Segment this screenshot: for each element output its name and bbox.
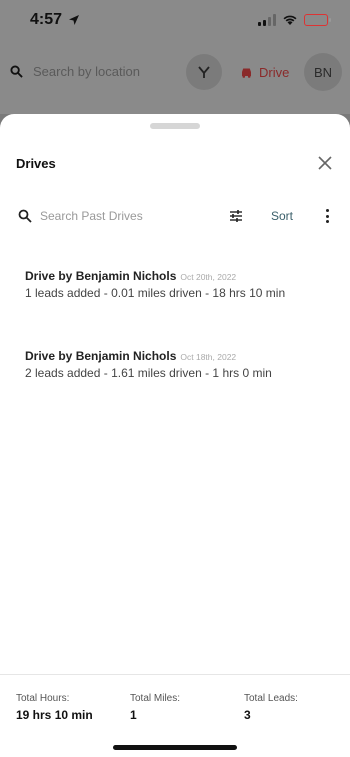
sliders-icon[interactable] bbox=[229, 209, 243, 223]
status-time: 4:57 bbox=[30, 11, 80, 29]
search-icon bbox=[10, 65, 23, 78]
drive-date: Oct 18th, 2022 bbox=[180, 352, 237, 362]
close-icon[interactable] bbox=[316, 154, 334, 172]
total-hours-value: 19 hrs 10 min bbox=[16, 708, 93, 722]
total-leads-label: Total Leads: bbox=[244, 693, 298, 704]
avatar: BN bbox=[304, 53, 342, 91]
sheet-grabber[interactable] bbox=[150, 123, 200, 129]
total-hours-label: Total Hours: bbox=[16, 693, 70, 704]
total-leads: Total Leads: 3 bbox=[244, 693, 298, 722]
sort-button[interactable]: Sort bbox=[271, 209, 293, 223]
home-indicator bbox=[113, 745, 237, 750]
total-miles: Total Miles: 1 bbox=[130, 693, 180, 722]
drive-title: Drive by Benjamin Nichols bbox=[25, 349, 177, 363]
drive-title: Drive by Benjamin Nichols bbox=[25, 269, 177, 283]
battery-icon bbox=[304, 14, 331, 26]
car-icon bbox=[242, 68, 251, 78]
list-item[interactable]: Drive by Benjamin Nichols Oct 18th, 2022 … bbox=[25, 349, 335, 380]
signal-icon bbox=[258, 14, 276, 26]
total-miles-value: 1 bbox=[130, 708, 137, 722]
location-arrow-icon bbox=[69, 15, 80, 25]
more-vertical-icon[interactable] bbox=[320, 208, 334, 224]
filter-icon bbox=[198, 66, 210, 78]
status-time-text: 4:57 bbox=[30, 11, 63, 28]
total-miles-label: Total Miles: bbox=[130, 693, 181, 704]
wifi-icon bbox=[283, 15, 297, 25]
drives-sheet: Drives Sort Drive by Benjamin NicholsOct… bbox=[0, 114, 350, 757]
background-filter-button bbox=[186, 54, 222, 90]
status-indicators bbox=[258, 14, 331, 26]
search-icon bbox=[18, 209, 32, 223]
status-bar: 4:57 bbox=[0, 0, 350, 44]
background-drive-label: Drive bbox=[259, 65, 290, 80]
background-search: Search by location bbox=[10, 64, 140, 79]
total-hours: Total Hours: 19 hrs 10 min bbox=[16, 693, 93, 722]
drive-details: 1 leads added - 0.01 miles driven - 18 h… bbox=[25, 286, 286, 300]
total-leads-value: 3 bbox=[244, 708, 251, 722]
background-toolbar: Search by location Drive BN bbox=[0, 44, 350, 114]
sheet-title: Drives bbox=[16, 156, 56, 171]
background-drive-button: Drive bbox=[240, 65, 289, 80]
search-input[interactable] bbox=[40, 206, 210, 226]
list-item[interactable]: Drive by Benjamin Nichols Oct 20th, 2022 … bbox=[25, 269, 335, 300]
search-row: Sort bbox=[0, 206, 350, 228]
drive-details: 2 leads added - 1.61 miles driven - 1 hr… bbox=[25, 366, 272, 380]
drive-date: Oct 20th, 2022 bbox=[180, 272, 237, 282]
background-search-placeholder: Search by location bbox=[33, 64, 140, 79]
